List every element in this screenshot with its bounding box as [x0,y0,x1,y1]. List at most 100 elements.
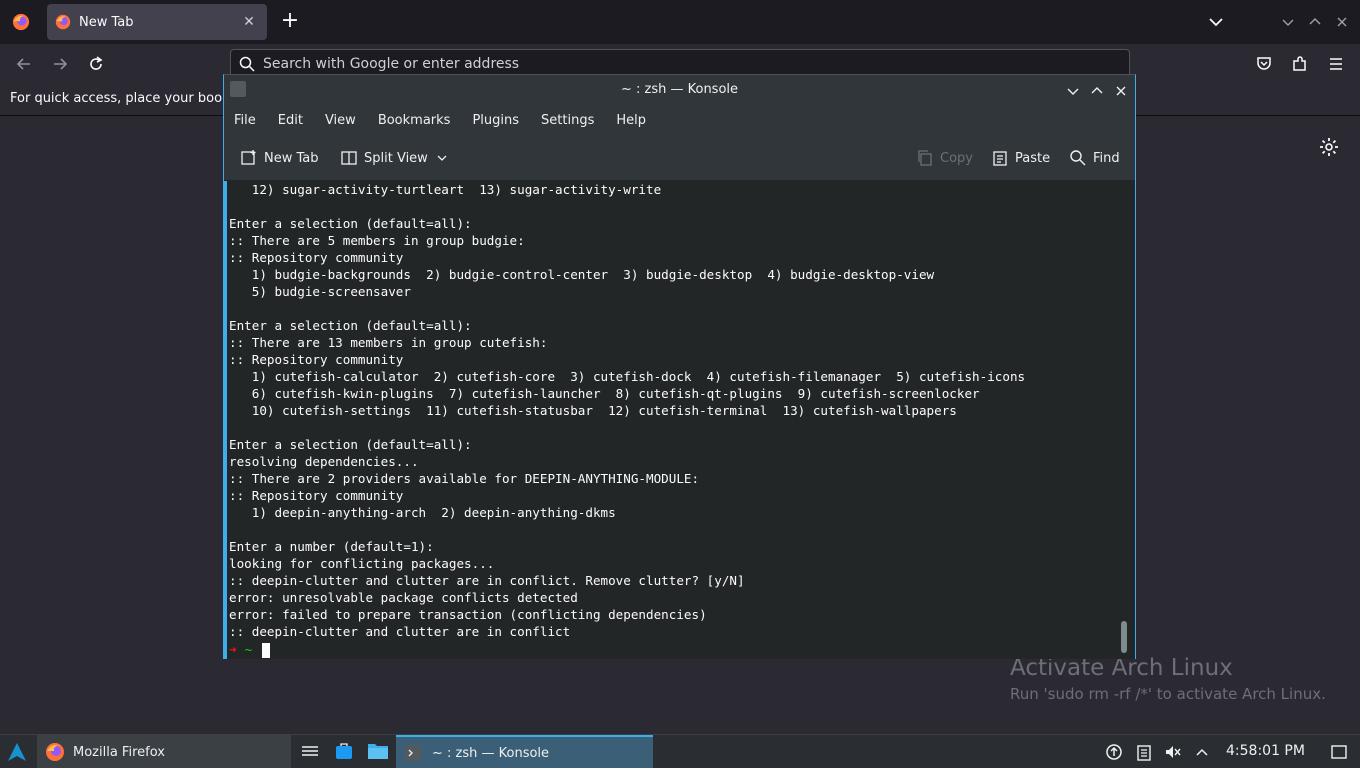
taskbar-firefox-label: Mozilla Firefox [73,744,165,760]
forward-button[interactable] [48,52,72,76]
terminal-view[interactable]: 12) sugar-activity-turtleart 13) sugar-a… [224,181,1135,659]
konsole-menubar: File Edit View Bookmarks Plugins Setting… [224,105,1135,135]
prompt-arrow: ➜ [229,642,237,657]
split-view-button[interactable]: Split View [340,147,454,169]
find-label: Find [1093,150,1120,166]
close-icon [1337,17,1347,27]
clipboard-tray-icon[interactable] [1135,743,1153,761]
copy-icon [918,150,932,166]
find-button[interactable]: Find [1069,147,1120,169]
menu-plugins[interactable]: Plugins [472,113,519,128]
watermark-subtitle: Run 'sudo rm -rf /*' to activate Arch Li… [1010,685,1326,703]
terminal-output: 12) sugar-activity-turtleart 13) sugar-a… [229,182,1026,639]
gear-icon [1320,138,1338,156]
close-tab-icon[interactable]: ✕ [239,14,259,30]
konsole-titlebar[interactable]: ~ : zsh — Konsole [224,75,1135,105]
pocket-icon [1257,57,1271,70]
terminal-scrollbar[interactable] [1121,621,1127,653]
puzzle-icon [1293,56,1306,71]
activation-watermark: Activate Arch Linux Run 'sudo rm -rf /*'… [1010,655,1326,703]
extensions-button[interactable] [1288,52,1312,76]
konsole-close-button[interactable] [1114,83,1128,97]
tab-title: New Tab [79,14,134,30]
search-icon [1070,150,1086,166]
new-tab-label: New Tab [264,150,319,166]
new-tab-button[interactable]: + [278,9,302,35]
minimize-icon [1067,88,1079,95]
prompt-dir: ~ [244,642,253,657]
settings-sliders-icon [302,746,318,756]
tray-expander[interactable] [1193,743,1211,761]
split-view-label: Split View [364,150,428,166]
menu-file[interactable]: File [234,113,256,128]
konsole-toolbar: New Tab Split View Copy Paste Find [224,135,1135,181]
app-menu-button[interactable] [1324,52,1348,76]
app-launcher-button[interactable] [6,741,28,763]
volume-muted-icon [1166,746,1181,758]
chevron-up-icon [1196,748,1208,756]
firefox-tab-bar: New Tab ✕ + [0,0,1360,44]
hamburger-menu-icon [1330,58,1342,70]
taskbar-konsole-task[interactable]: ~ : zsh — Konsole [396,735,653,768]
bookmarks-hint-text: For quick access, place your bookr [10,91,235,106]
konsole-maximize-button[interactable] [1090,83,1104,97]
maximize-button[interactable] [1307,14,1323,30]
menu-view[interactable]: View [325,113,356,128]
shopping-bag-icon [336,743,352,759]
show-desktop-icon [1331,745,1347,759]
taskbar-firefox-task[interactable]: Mozilla Firefox [37,735,291,768]
close-icon [1116,86,1126,96]
copy-label: Copy [940,150,973,166]
arrow-right-icon [54,58,68,70]
file-manager-launcher[interactable] [367,741,389,763]
back-button[interactable] [12,52,36,76]
paste-label: Paste [1015,150,1051,166]
paste-button[interactable]: Paste [991,147,1050,169]
menu-help[interactable]: Help [616,113,646,128]
pocket-button[interactable] [1252,52,1276,76]
arch-logo-icon [8,743,26,761]
shell-prompt: ➜ ~ [229,641,271,658]
text-cursor [262,643,271,658]
konsole-minimize-button[interactable] [1066,83,1080,97]
firefox-tab-favicon-icon [55,14,71,30]
system-settings-launcher[interactable] [300,741,322,763]
maximize-icon [1091,87,1103,94]
volume-tray-icon[interactable] [1164,743,1182,761]
menu-settings[interactable]: Settings [541,113,594,128]
window-title: ~ : zsh — Konsole [620,82,739,97]
discover-launcher[interactable] [334,741,356,763]
search-input[interactable] [263,56,863,72]
close-window-button[interactable] [1334,14,1350,30]
konsole-window: ~ : zsh — Konsole File Edit View Bookmar… [223,74,1136,659]
reload-button[interactable] [84,52,108,76]
minimize-icon [1282,19,1294,26]
new-tab-button[interactable]: New Tab [240,147,319,169]
update-icon [1106,744,1122,760]
search-icon [239,56,255,72]
taskbar-konsole-label: ~ : zsh — Konsole [432,745,550,761]
list-all-tabs-button[interactable] [1206,12,1226,32]
menu-edit[interactable]: Edit [278,113,303,128]
newtab-settings-button[interactable] [1318,136,1340,158]
chevron-down-icon [1209,18,1223,27]
new-tab-icon [241,150,256,165]
split-view-icon [341,151,357,165]
firefox-logo-icon [46,743,64,761]
firefox-view-button[interactable] [0,0,42,44]
firefox-logo-icon [12,13,30,31]
minimize-button[interactable] [1280,14,1296,30]
menu-bookmarks[interactable]: Bookmarks [378,113,451,128]
show-desktop-button[interactable] [1330,743,1348,761]
browser-tab[interactable]: New Tab ✕ [47,4,267,40]
terminal-icon [405,745,421,761]
taskbar: Mozilla Firefox ~ : zsh — Konsole 4:58:0… [0,734,1360,768]
folder-icon [368,744,388,759]
arrow-left-icon [16,58,30,70]
maximize-icon [1309,18,1321,25]
paste-icon [993,151,1007,166]
updates-tray-icon[interactable] [1105,743,1123,761]
copy-button[interactable]: Copy [916,147,973,169]
reload-icon [90,56,103,70]
clock[interactable]: 4:58:01 PM [1226,743,1305,759]
